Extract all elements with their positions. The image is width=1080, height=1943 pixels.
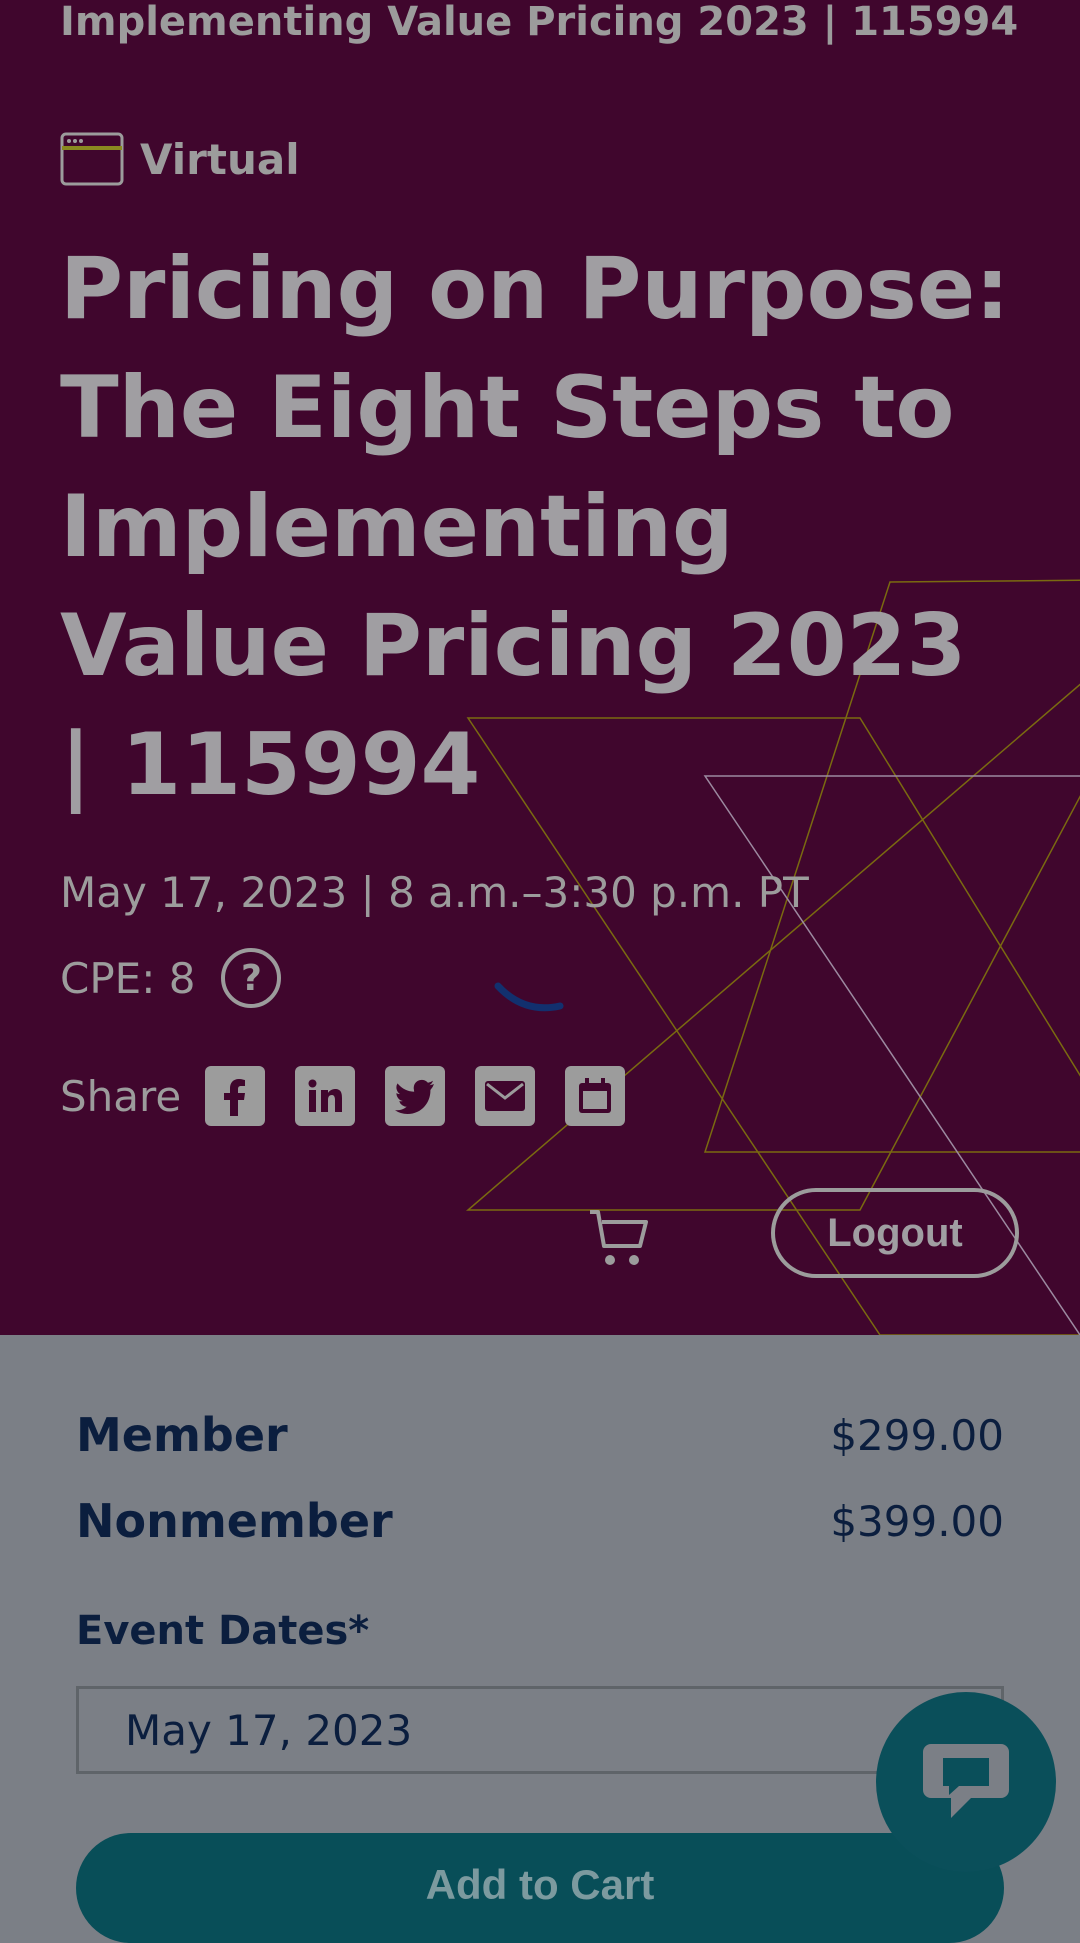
price-row-nonmember: Nonmember $399.00 (76, 1494, 1004, 1548)
cpe-credits: CPE: 8 (60, 953, 196, 1003)
price-amount: $299.00 (830, 1410, 1004, 1460)
event-dates-label: Event Dates* (76, 1608, 370, 1654)
cart-icon[interactable] (588, 1208, 650, 1270)
event-format: Virtual (60, 132, 300, 186)
price-label: Member (76, 1408, 288, 1462)
event-date-time: May 17, 2023 | 8 a.m.–3:30 p.m. PT (60, 868, 809, 917)
share-bar: Share (60, 1066, 655, 1126)
calendar-icon[interactable] (565, 1066, 626, 1126)
twitter-icon[interactable] (385, 1066, 446, 1126)
page-top-title: Implementing Value Pricing 2023 | 115994 (60, 0, 1019, 45)
price-label: Nonmember (76, 1494, 393, 1548)
facebook-icon[interactable] (205, 1066, 266, 1126)
price-row-member: Member $299.00 (76, 1408, 1004, 1462)
event-date-select[interactable]: May 17, 2023 (76, 1686, 1004, 1774)
event-title: Pricing on Purpose: The Eight Steps to I… (60, 239, 1010, 815)
share-label: Share (60, 1071, 182, 1121)
event-format-label: Virtual (140, 134, 300, 184)
chat-button[interactable] (876, 1692, 1056, 1872)
price-amount: $399.00 (830, 1496, 1004, 1546)
email-icon[interactable] (475, 1066, 536, 1126)
event-hero: Implementing Value Pricing 2023 | 115994… (0, 0, 1080, 1335)
cpe-row: CPE: 8 ? (60, 948, 282, 1008)
help-icon[interactable]: ? (221, 948, 282, 1008)
add-to-cart-button[interactable]: Add to Cart (76, 1833, 1004, 1943)
browser-window-icon (60, 132, 124, 186)
loading-spinner-icon (494, 982, 564, 1012)
logout-button[interactable]: Logout (771, 1188, 1019, 1278)
linkedin-icon[interactable] (295, 1066, 356, 1126)
chat-bubble-icon (923, 1744, 1009, 1818)
